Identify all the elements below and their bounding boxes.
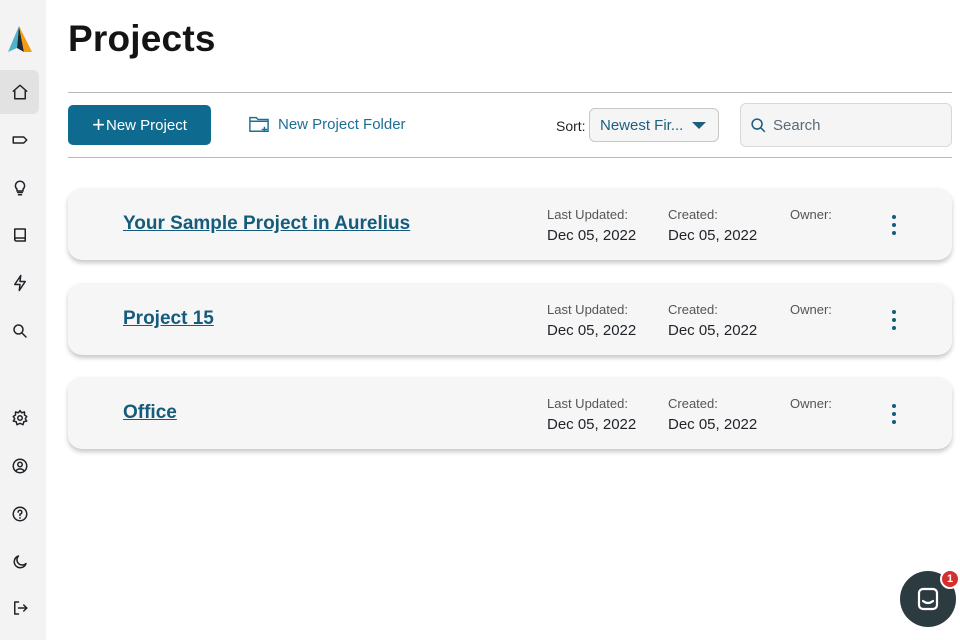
sidebar-item-activity[interactable] [0,261,39,305]
sidebar-item-help[interactable] [0,492,39,536]
last-updated-value: Dec 05, 2022 [547,322,637,339]
help-circle-icon [12,506,27,522]
page-title: Projects [68,18,216,59]
last-updated: Last Updated: Dec 05, 2022 [547,302,636,339]
sort-dropdown[interactable]: Newest Fir... [589,108,719,142]
project-card[interactable]: Your Sample Project in Aurelius Last Upd… [68,188,952,260]
new-project-folder-button[interactable]: New Project Folder [248,114,406,134]
sort-label: Sort: [556,118,586,134]
sidebar-item-dark-mode[interactable] [0,540,39,584]
more-options-icon[interactable] [888,310,900,330]
project-title-link[interactable]: Project 15 [123,308,214,330]
owner: Owner: [790,302,832,322]
sidebar-item-logout[interactable] [0,586,39,630]
new-project-button[interactable]: + New Project [68,105,211,145]
sidebar [0,0,46,640]
lightning-icon [13,274,26,292]
tag-icon [12,136,27,144]
project-title-link[interactable]: Your Sample Project in Aurelius [123,213,410,235]
project-card[interactable]: Office Last Updated: Dec 05, 2022 Create… [68,377,952,449]
moon-icon [13,555,27,569]
last-updated: Last Updated: Dec 05, 2022 [547,207,636,244]
owner-label: Owner: [790,302,832,317]
chat-icon [917,587,939,611]
gear-icon [12,409,27,426]
logout-icon [13,601,27,615]
created: Created: Dec 05, 2022 [668,207,757,244]
lightbulb-icon [14,180,25,196]
created-label: Created: [668,396,718,411]
owner-label: Owner: [790,207,832,222]
created-label: Created: [668,302,718,317]
owner: Owner: [790,396,832,416]
owner-label: Owner: [790,396,832,411]
last-updated: Last Updated: Dec 05, 2022 [547,396,636,433]
search-input[interactable] [773,116,943,134]
created: Created: Dec 05, 2022 [668,302,757,339]
sidebar-item-home[interactable] [0,70,39,114]
new-project-label: New Project [106,116,187,134]
divider-top [68,92,952,93]
last-updated-value: Dec 05, 2022 [547,416,637,433]
home-icon [12,84,27,100]
search-icon [751,117,766,132]
owner: Owner: [790,207,832,227]
sidebar-item-tags[interactable] [0,118,39,162]
folder-plus-icon [249,116,269,133]
caret-down-icon [692,122,706,129]
sidebar-item-insights[interactable] [0,166,39,210]
last-updated-label: Last Updated: [547,302,628,317]
last-updated-label: Last Updated: [547,396,628,411]
created: Created: Dec 05, 2022 [668,396,757,433]
sidebar-item-library[interactable] [0,213,39,257]
book-icon [13,228,26,242]
notification-badge: 1 [940,569,960,589]
more-options-icon[interactable] [888,215,900,235]
created-value: Dec 05, 2022 [668,227,758,244]
more-options-icon[interactable] [888,404,900,424]
sidebar-item-search[interactable] [0,309,39,353]
new-project-folder-label: New Project Folder [278,115,406,133]
last-updated-value: Dec 05, 2022 [547,227,637,244]
search-icon [12,324,27,338]
project-card[interactable]: Project 15 Last Updated: Dec 05, 2022 Cr… [68,283,952,355]
search-box[interactable] [740,103,952,147]
project-title-link[interactable]: Office [123,402,177,424]
divider-toolbar [68,157,952,158]
sidebar-item-account[interactable] [0,444,39,488]
created-value: Dec 05, 2022 [668,322,758,339]
last-updated-label: Last Updated: [547,207,628,222]
aurelius-logo[interactable] [4,22,34,56]
sort-value: Newest Fir... [600,116,684,134]
sidebar-item-settings[interactable] [0,396,39,440]
created-label: Created: [668,207,718,222]
user-circle-icon [12,458,27,474]
plus-icon: + [92,112,105,137]
created-value: Dec 05, 2022 [668,416,758,433]
